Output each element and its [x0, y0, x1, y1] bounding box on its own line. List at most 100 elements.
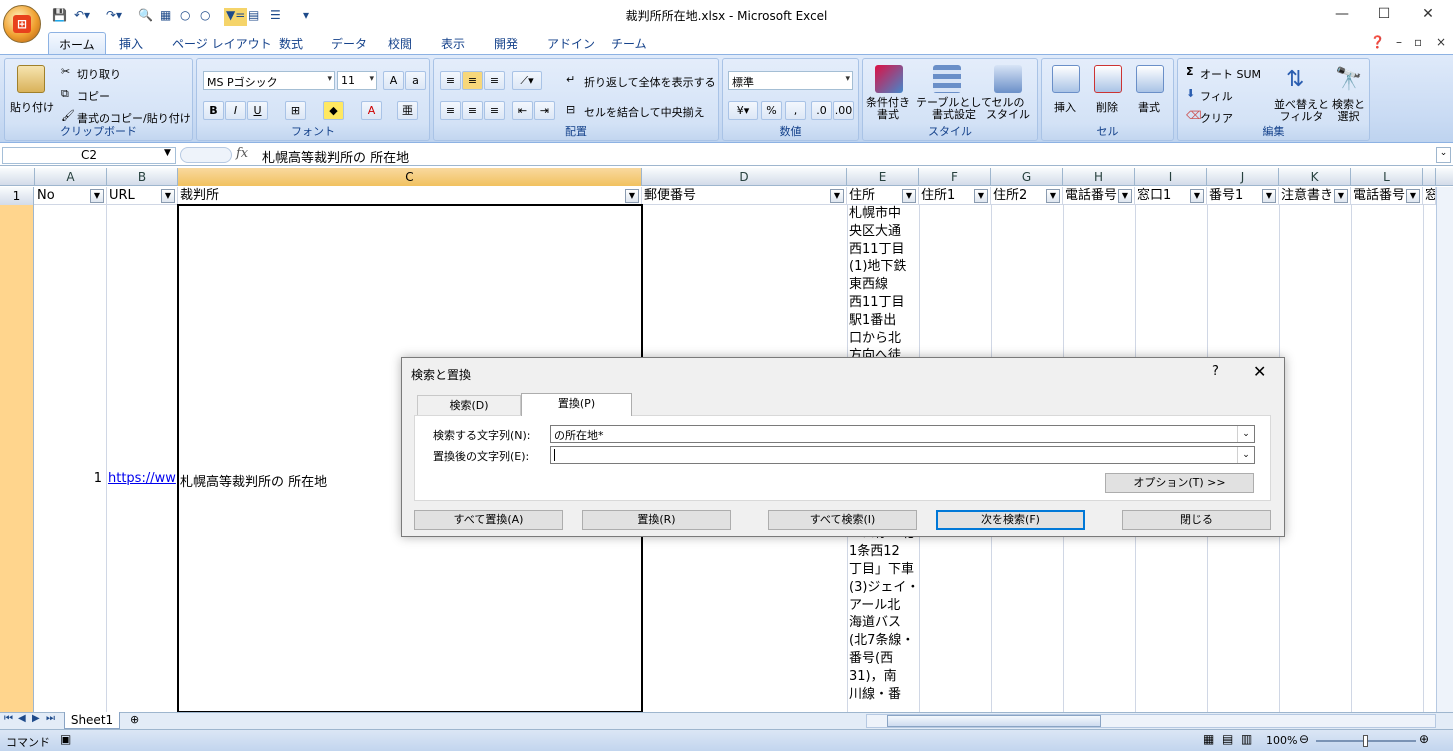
tab-team[interactable]: チーム	[611, 35, 647, 52]
column-header-e[interactable]: E	[847, 168, 919, 186]
bold-button[interactable]: B	[203, 101, 224, 120]
replace-all-button[interactable]: すべて置換(A)	[414, 510, 563, 530]
header-cell-window1[interactable]: 窓口1 ▼	[1135, 187, 1207, 205]
insert-cells-button[interactable]: 挿入	[1054, 99, 1076, 115]
column-header-h[interactable]: H	[1063, 168, 1135, 186]
filter-dropdown-icon[interactable]: ▼	[1334, 189, 1348, 203]
tab-page-layout[interactable]: ページ レイアウト	[172, 35, 272, 52]
find-select-icon[interactable]: 🔭	[1335, 67, 1362, 92]
filter-dropdown-icon[interactable]: ▼	[1046, 189, 1060, 203]
column-header-l[interactable]: L	[1351, 168, 1423, 186]
zoom-in-icon[interactable]: ⊕	[1419, 732, 1429, 746]
header-cell-no[interactable]: No ▼	[35, 187, 107, 205]
formula-input[interactable]: 札幌高等裁判所の 所在地	[262, 147, 409, 166]
column-header-k[interactable]: K	[1279, 168, 1351, 186]
filter-dropdown-icon[interactable]: ▼	[902, 189, 916, 203]
align-right-icon[interactable]: ≡	[484, 101, 505, 120]
filter-dropdown-icon[interactable]: ▼	[1262, 189, 1276, 203]
filter-dropdown-icon[interactable]: ▼	[90, 189, 104, 203]
cut-button[interactable]: 切り取り	[77, 66, 121, 82]
circle-icon-2[interactable]: ○	[200, 8, 210, 26]
tab-home[interactable]: ホーム	[48, 32, 106, 55]
paste-button[interactable]: 貼り付け	[10, 99, 54, 115]
insert-function-icon[interactable]: fx	[236, 146, 248, 161]
format-cells-button[interactable]: 書式	[1138, 99, 1160, 115]
minimize-button[interactable]: —	[1330, 6, 1354, 26]
name-box-dropdown-icon[interactable]: ▼	[164, 148, 171, 158]
help-icon[interactable]: ❓	[1370, 35, 1385, 49]
column-header-f[interactable]: F	[919, 168, 991, 186]
insert-sheet-icon[interactable]: ⊕	[130, 713, 139, 726]
border-icon[interactable]: ⊞	[285, 101, 306, 120]
font-name-select[interactable]: MS Pゴシック	[203, 71, 335, 90]
sort-filter-icon[interactable]: ⇅	[1286, 67, 1304, 92]
column-header-c[interactable]: C	[178, 168, 642, 186]
print-preview-icon[interactable]: 🔍	[138, 8, 153, 26]
merge-center-button[interactable]: セルを結合して中央揃え	[584, 104, 705, 120]
cell-b2-link[interactable]: https://ww	[108, 471, 177, 486]
fill-color-icon[interactable]: ◆	[323, 101, 344, 120]
fill-button[interactable]: フィル	[1200, 88, 1233, 104]
find-select-button[interactable]: 検索と 選択	[1332, 99, 1365, 123]
replace-history-dropdown-icon[interactable]: ⌄	[1237, 447, 1254, 463]
next-sheet-icon[interactable]: ▶	[32, 713, 40, 724]
cell-styles-icon[interactable]	[994, 65, 1022, 93]
formula-bar-expand-icon[interactable]: ⌄	[1436, 147, 1451, 163]
borders-icon[interactable]: ▦	[160, 8, 171, 26]
tab-developer[interactable]: 開発	[494, 35, 518, 52]
autosum-icon[interactable]: Σ	[1186, 65, 1194, 78]
delete-cells-icon[interactable]	[1094, 65, 1122, 93]
macro-record-icon[interactable]: ▣	[60, 732, 71, 746]
dialog-help-button[interactable]: ?	[1212, 364, 1219, 379]
format-painter-icon[interactable]: 🖌	[61, 109, 75, 122]
header-cell-number1[interactable]: 番号1 ▼	[1207, 187, 1279, 205]
orientation-icon[interactable]: ⟋▾	[512, 71, 542, 90]
undo-icon[interactable]: ↶▾	[74, 8, 90, 26]
header-cell-notes[interactable]: 注意書き ▼	[1279, 187, 1351, 205]
row-header-2[interactable]	[0, 205, 34, 712]
replace-button[interactable]: 置換(R)	[582, 510, 731, 530]
find-next-button[interactable]: 次を検索(F)	[936, 510, 1085, 530]
format-table-icon[interactable]	[933, 65, 961, 93]
filter-dropdown-icon[interactable]: ▼	[830, 189, 844, 203]
filter-dropdown-icon[interactable]: ▼	[1190, 189, 1204, 203]
format-cells-icon[interactable]	[1136, 65, 1164, 93]
copy-button[interactable]: コピー	[77, 88, 110, 104]
ribbon-restore-icon[interactable]: ▫	[1414, 35, 1422, 49]
filter-dropdown-icon[interactable]: ▼	[974, 189, 988, 203]
header-cell-court[interactable]: 裁判所 ▼	[178, 187, 642, 205]
form-icon[interactable]: ☰	[270, 8, 281, 26]
header-cell-window[interactable]: 窓	[1423, 187, 1436, 205]
conditional-format-icon[interactable]	[875, 65, 903, 93]
column-header-j[interactable]: J	[1207, 168, 1279, 186]
tab-review[interactable]: 校閲	[388, 35, 412, 52]
align-center-icon[interactable]: ≡	[462, 101, 483, 120]
underline-button[interactable]: U	[247, 101, 268, 120]
cut-icon[interactable]: ✂	[61, 65, 70, 78]
font-color-icon[interactable]: A	[361, 101, 382, 120]
normal-view-icon[interactable]: ▦	[1203, 732, 1214, 746]
row-header-1[interactable]: 1	[0, 187, 34, 205]
page-layout-view-icon[interactable]: ▤	[1222, 732, 1233, 746]
align-middle-icon[interactable]: ≡	[462, 71, 483, 90]
header-cell-phone2[interactable]: 電話番号 ▼	[1351, 187, 1423, 205]
tab-view[interactable]: 表示	[441, 35, 465, 52]
zoom-out-icon[interactable]: ⊖	[1299, 732, 1309, 746]
find-history-dropdown-icon[interactable]: ⌄	[1237, 426, 1254, 442]
select-all-corner[interactable]	[0, 168, 35, 186]
merge-icon[interactable]: ⊟	[566, 103, 575, 116]
customize-qat-icon[interactable]: ▾	[303, 8, 309, 26]
first-sheet-icon[interactable]: ⏮	[4, 713, 13, 724]
circle-icon[interactable]: ○	[180, 8, 190, 26]
font-size-select[interactable]: 11	[337, 71, 377, 90]
office-button[interactable]: ⊞	[3, 5, 41, 43]
delete-cells-button[interactable]: 削除	[1096, 99, 1118, 115]
find-what-input[interactable]: の所在地* ⌄	[550, 425, 1255, 443]
phonetic-icon[interactable]: 亜	[397, 101, 418, 120]
filter-dropdown-icon[interactable]: ▼	[161, 189, 175, 203]
conditional-format-button[interactable]: 条件付き 書式	[866, 97, 910, 121]
replace-with-input[interactable]: ⌄	[550, 446, 1255, 464]
close-dialog-button[interactable]: 閉じる	[1122, 510, 1271, 530]
formula-expand-icon[interactable]	[180, 147, 232, 163]
filter-dropdown-icon[interactable]: ▼	[1406, 189, 1420, 203]
